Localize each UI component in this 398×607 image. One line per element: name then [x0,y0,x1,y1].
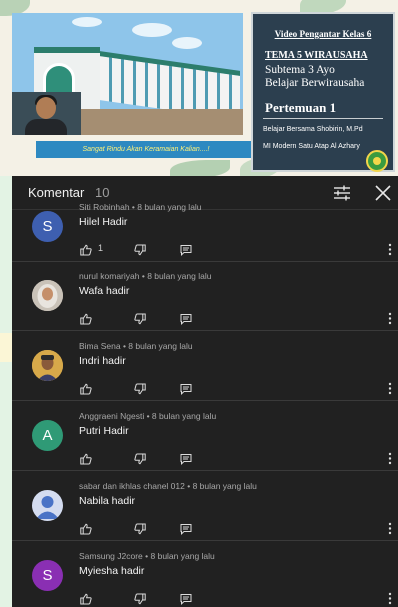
comment-meta: Samsung J2core • 8 bulan yang lalu [79,551,215,561]
dislike-icon[interactable] [134,522,146,535]
more-options-icon[interactable] [388,243,392,256]
like-icon[interactable] [80,452,92,465]
comment-author[interactable]: Anggraeni Ngesti [79,411,144,421]
reply-icon[interactable] [180,522,192,535]
like-icon[interactable] [80,243,92,256]
meta-separator: • [184,481,193,491]
comment-meta: Siti Robinhah • 8 bulan yang lalu [79,202,202,212]
slide-pertemuan: Pertemuan 1 [265,100,337,115]
more-options-icon[interactable] [388,522,392,535]
reply-icon[interactable] [180,382,192,395]
title-slide: Video Pengantar Kelas 6 TEMA 5 WIRAUSAHA… [251,12,395,172]
comment-author[interactable]: Bima Sena [79,341,121,351]
comment-item[interactable]: S Siti Robinhah • 8 bulan yang lalu Hilel … [12,192,398,262]
avatar[interactable] [32,280,63,311]
avatar[interactable]: S [32,560,63,591]
slide-tema: TEMA 5 WIRAUSAHA [265,50,368,61]
comment-meta: nurul komariyah • 8 bulan yang lalu [79,271,211,281]
school-logo-icon [366,150,388,172]
comment-author[interactable]: Siti Robinhah [79,202,130,212]
presenter-video [12,92,81,135]
avatar[interactable] [32,490,63,521]
slide-subtema-line: Subtema 3 Ayo [265,64,335,76]
comments-panel: Komentar 10 S Siti Robinhah • 8 bulan yan… [12,176,398,607]
comment-author[interactable]: sabar dan ikhlas chanel 012 [79,481,185,491]
comment-meta: sabar dan ikhlas chanel 012 • 8 bulan ya… [79,481,257,491]
like-icon[interactable] [80,522,92,535]
comment-meta: Anggraeni Ngesti • 8 bulan yang lalu [79,411,216,421]
comment-item[interactable]: A Anggraeni Ngesti • 8 bulan yang lalu Put… [12,401,398,471]
like-icon[interactable] [80,312,92,325]
comment-text: Indri hadir [79,355,126,367]
slide-title: Video Pengantar Kelas 6 [274,29,372,39]
leaf-decoration [170,160,230,176]
video-caption: Sangat Rindu Akan Keramaian Kalian....! [36,141,256,158]
like-icon[interactable] [80,382,92,395]
comment-text: Wafa hadir [79,285,130,297]
reply-icon[interactable] [180,452,192,465]
background-strip [0,176,12,607]
like-icon[interactable] [80,592,92,605]
avatar[interactable]: S [32,211,63,242]
comment-meta: Bima Sena • 8 bulan yang lalu [79,341,193,351]
comment-time: 8 bulan yang lalu [151,411,217,421]
like-count: 1 [98,243,104,253]
slide-school: MI Modern Satu Atap Al Azhary [263,143,360,150]
more-options-icon[interactable] [388,312,392,325]
comment-item[interactable]: sabar dan ikhlas chanel 012 • 8 bulan ya… [12,471,398,541]
video-player[interactable]: Sangat Rindu Akan Keramaian Kalian....! … [0,0,398,176]
dislike-icon[interactable] [134,243,146,256]
comment-text: Myiesha hadir [79,565,145,577]
more-options-icon[interactable] [388,452,392,465]
comment-time: 8 bulan yang lalu [192,481,257,491]
avatar[interactable]: A [32,420,63,451]
meta-separator: • [142,551,151,561]
comment-time: 8 bulan yang lalu [150,551,215,561]
slide-teacher: Belajar Bersama Shobirin, M.Pd [263,126,363,133]
slide-subtema-line: Belajar Berwirausaha [265,77,365,89]
dislike-icon[interactable] [134,452,146,465]
divider [263,118,383,119]
dislike-icon[interactable] [134,382,146,395]
more-options-icon[interactable] [388,592,392,605]
comment-author[interactable]: nurul komariyah [79,271,139,281]
meta-separator: • [144,411,152,421]
background-strip [0,333,12,362]
reply-icon[interactable] [180,592,192,605]
comment-text: Putri Hadir [79,425,129,437]
dislike-icon[interactable] [134,592,146,605]
comment-text: Hilel Hadir [79,216,128,228]
comment-item[interactable]: nurul komariyah • 8 bulan yang lalu Wafa … [12,261,398,331]
comment-item[interactable]: Bima Sena • 8 bulan yang lalu Indri hadir [12,331,398,401]
dislike-icon[interactable] [134,312,146,325]
comment-time: 8 bulan yang lalu [128,341,193,351]
comment-time: 8 bulan yang lalu [147,271,212,281]
comment-item[interactable]: S Samsung J2core • 8 bulan yang lalu Myies… [12,541,398,607]
comment-author[interactable]: Samsung J2core [79,551,143,561]
slide-subtema: Subtema 3 Ayo Belajar Berwirausaha [265,64,398,90]
comment-time: 8 bulan yang lalu [137,202,202,212]
comment-text: Nabila hadir [79,495,136,507]
reply-icon[interactable] [180,312,192,325]
reply-icon[interactable] [180,243,192,256]
avatar[interactable] [32,350,63,381]
more-options-icon[interactable] [388,382,392,395]
